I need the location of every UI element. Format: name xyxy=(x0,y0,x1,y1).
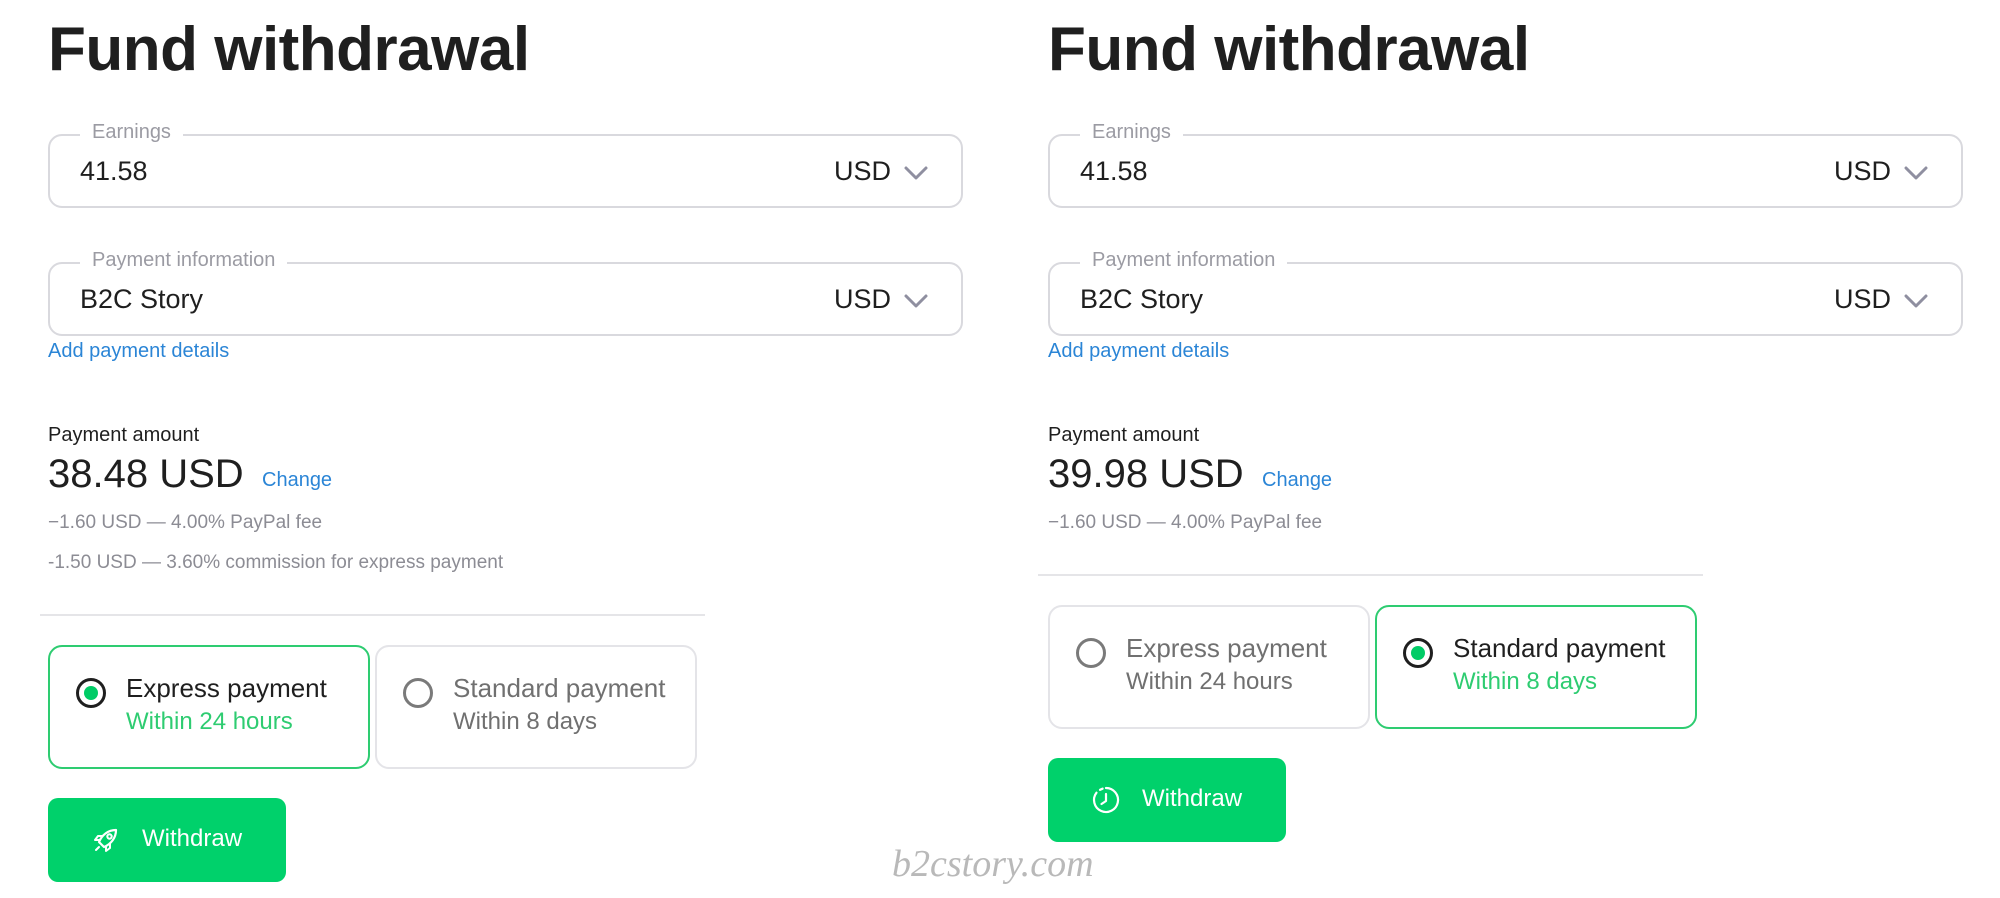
option-subtitle: Within 8 days xyxy=(453,708,598,735)
chevron-down-icon[interactable] xyxy=(901,158,931,188)
withdrawal-panel-standard: Fund withdrawal Earnings 41.58 USD Payme… xyxy=(1000,0,2000,898)
page-title: Fund withdrawal xyxy=(48,15,530,84)
payment-information-value: B2C Story xyxy=(80,284,204,314)
clock-icon xyxy=(1092,786,1120,814)
withdraw-button-label: Withdraw xyxy=(1142,785,1243,812)
payment-information-value: B2C Story xyxy=(1080,284,1204,314)
add-payment-details-link[interactable]: Add payment details xyxy=(1048,340,1229,363)
rocket-icon xyxy=(94,828,118,852)
chevron-down-icon[interactable] xyxy=(1901,286,1931,316)
add-payment-details-link[interactable]: Add payment details xyxy=(48,340,229,363)
express-payment-option[interactable]: Express payment Within 24 hours xyxy=(1048,605,1370,729)
earnings-field[interactable]: Earnings 41.58 USD xyxy=(48,121,963,208)
radio-button[interactable] xyxy=(1076,638,1106,668)
option-title: Express payment xyxy=(1126,633,1327,663)
change-link[interactable]: Change xyxy=(262,469,332,492)
earnings-value: 41.58 xyxy=(80,156,148,186)
chevron-down-icon[interactable] xyxy=(901,286,931,316)
divider xyxy=(1038,574,1703,576)
standard-payment-option[interactable]: Standard payment Within 8 days xyxy=(1375,605,1697,729)
paypal-fee-text: −1.60 USD — 4.00% PayPal fee xyxy=(48,512,323,533)
payment-amount-label: Payment amount xyxy=(48,424,200,446)
radio-button-selected[interactable] xyxy=(1403,638,1433,668)
payment-information-label: Payment information xyxy=(1080,249,1288,272)
payment-information-field[interactable]: Payment information B2C Story USD xyxy=(1048,249,1963,336)
earnings-value: 41.58 xyxy=(1080,156,1148,186)
payment-amount-value: 39.98 USD xyxy=(1048,452,1244,496)
payment-amount-value: 38.48 USD xyxy=(48,452,244,496)
option-title: Standard payment xyxy=(453,673,666,703)
withdraw-button-label: Withdraw xyxy=(142,825,243,852)
paypal-fee-text: −1.60 USD — 4.00% PayPal fee xyxy=(1048,512,1323,533)
currency-select[interactable]: USD xyxy=(834,284,891,315)
payment-information-field[interactable]: Payment information B2C Story USD xyxy=(48,249,963,336)
option-subtitle: Within 24 hours xyxy=(126,708,293,735)
withdraw-button[interactable]: Withdraw xyxy=(48,798,286,882)
radio-dot xyxy=(84,686,98,700)
option-subtitle: Within 8 days xyxy=(1453,668,1598,695)
withdraw-button[interactable]: Withdraw xyxy=(1048,758,1286,842)
option-title: Standard payment xyxy=(1453,633,1666,663)
currency-select[interactable]: USD xyxy=(834,156,891,187)
currency-select[interactable]: USD xyxy=(1834,156,1891,187)
option-subtitle: Within 24 hours xyxy=(1126,668,1293,695)
divider xyxy=(40,614,705,616)
standard-payment-option[interactable]: Standard payment Within 8 days xyxy=(375,645,697,769)
chevron-down-icon[interactable] xyxy=(1901,158,1931,188)
radio-button[interactable] xyxy=(403,678,433,708)
change-link[interactable]: Change xyxy=(1262,469,1332,492)
express-payment-option[interactable]: Express payment Within 24 hours xyxy=(48,645,370,769)
currency-select[interactable]: USD xyxy=(1834,284,1891,315)
radio-dot xyxy=(1411,646,1425,660)
express-commission-text: -1.50 USD — 3.60% commission for express… xyxy=(48,552,504,573)
page-title: Fund withdrawal xyxy=(1048,15,1530,84)
withdrawal-panel-express: Fund withdrawal Earnings 41.58 USD Payme… xyxy=(0,0,1000,898)
earnings-field[interactable]: Earnings 41.58 USD xyxy=(1048,121,1963,208)
payment-amount-label: Payment amount xyxy=(1048,424,1200,446)
option-title: Express payment xyxy=(126,673,327,703)
payment-information-label: Payment information xyxy=(80,249,288,272)
earnings-label: Earnings xyxy=(1080,121,1183,144)
earnings-label: Earnings xyxy=(80,121,183,144)
radio-button-selected[interactable] xyxy=(76,678,106,708)
watermark: b2cstory.com xyxy=(892,843,1094,885)
